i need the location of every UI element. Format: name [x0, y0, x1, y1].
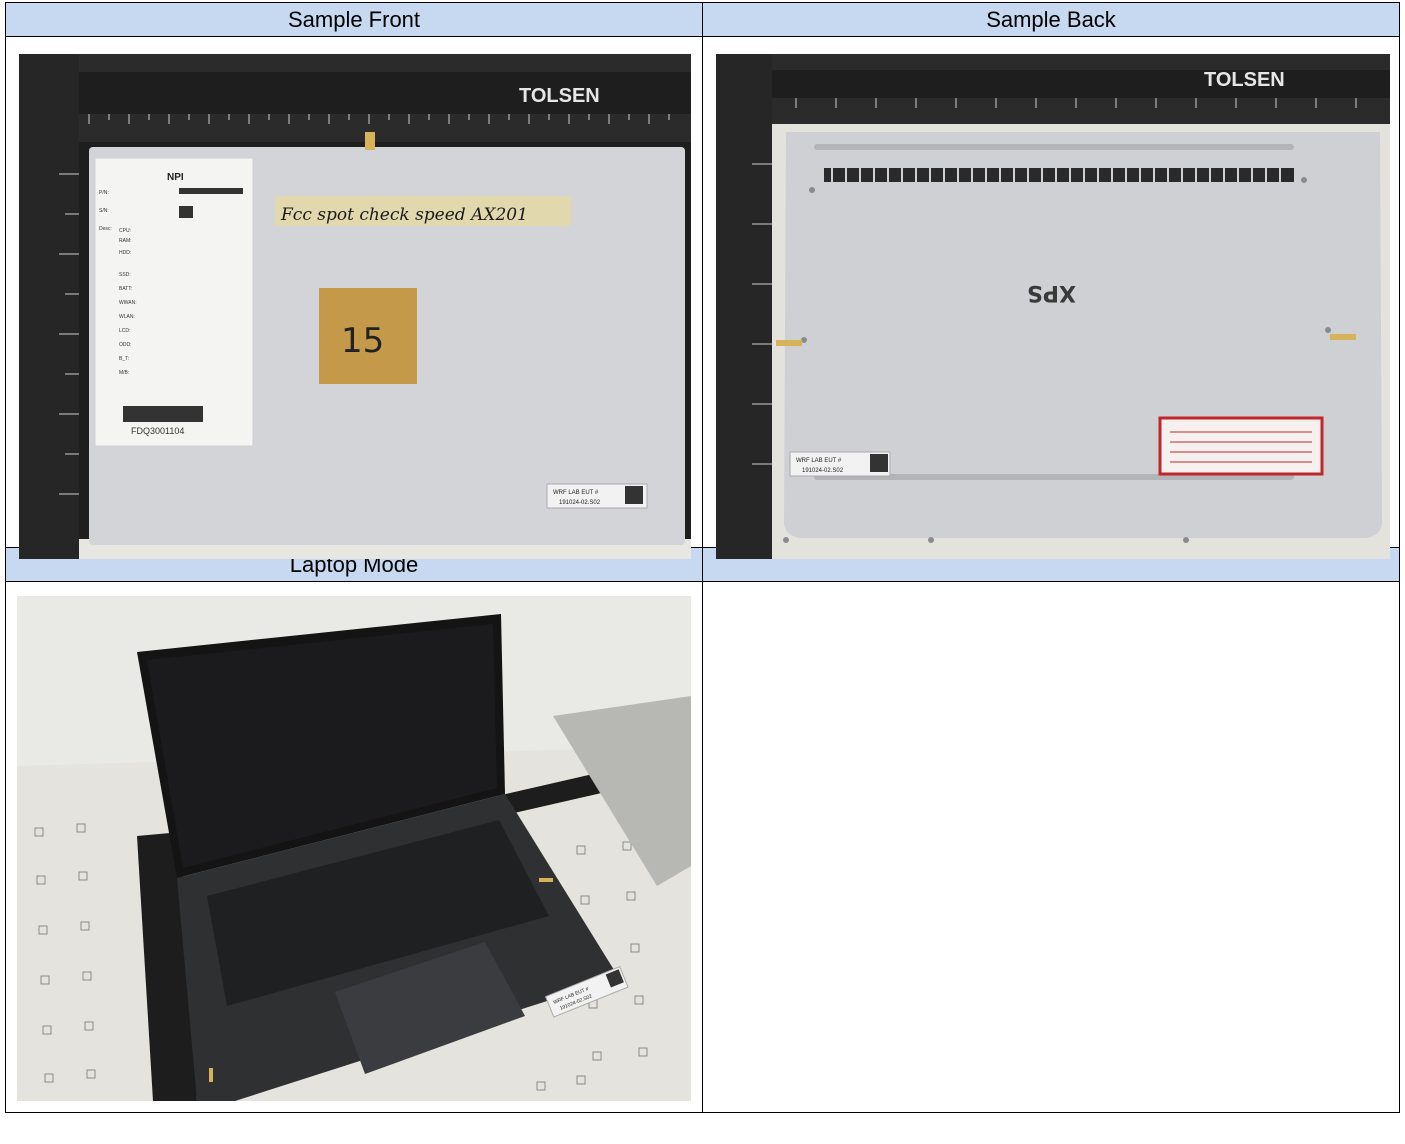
cell-sample-back: TOLSEN XPS WRF LAB EUT # 191024-02.S02: [702, 36, 1400, 559]
photo-table: Sample Front Sample Back TOLSEN NPI P/N:…: [5, 2, 1400, 1113]
cell-laptop-mode: WRF LAB EUT # 191024-02.S02: [5, 581, 703, 1113]
laptop-mode-photo: WRF LAB EUT # 191024-02.S02: [17, 596, 691, 1101]
label-field-ssd: SSD:: [119, 272, 131, 278]
label-barcode-text: FDQ3001104: [131, 426, 184, 436]
cell-empty: [702, 581, 1400, 1113]
label-field-lcd: LCD:: [119, 328, 130, 334]
ruler-brand-back: TOLSEN: [1204, 69, 1285, 91]
front-intel-sticker-line2: 191024-02.S02: [559, 500, 601, 506]
label-field-sn: S/N:: [99, 208, 109, 214]
label-field-mb: M/B:: [119, 370, 129, 376]
front-intel-sticker-line1: WRF LAB EUT #: [553, 490, 599, 496]
label-field-cpu: CPU:: [119, 228, 131, 234]
ruler-brand-front: TOLSEN: [519, 85, 600, 107]
sample-front-photo: TOLSEN NPI P/N: S/N: Desc: CPU: RAM: HDD…: [19, 54, 691, 559]
label-field-wwan: WWAN:: [119, 300, 137, 306]
header-sample-front: Sample Front: [5, 2, 703, 37]
label-field-wlan: WLAN:: [119, 314, 135, 320]
label-field-hdd: HDD:: [119, 250, 131, 256]
sample-back-photo: TOLSEN XPS WRF LAB EUT # 191024-02.S02: [716, 54, 1390, 559]
label-field-desc: Desc:: [99, 226, 112, 232]
npi-label-title: NPI: [167, 172, 184, 183]
label-field-bt: B_T:: [119, 356, 129, 362]
back-intel-sticker-line2: 191024-02.S02: [802, 468, 844, 474]
cell-sample-front: TOLSEN NPI P/N: S/N: Desc: CPU: RAM: HDD…: [5, 36, 703, 559]
label-field-odd: ODD:: [119, 342, 132, 348]
label-field-ram: RAM:: [119, 238, 132, 244]
back-intel-sticker-line1: WRF LAB EUT #: [796, 458, 842, 464]
label-field-batt: BATT:: [119, 286, 132, 292]
tape-note: Fcc spot check speed AX201: [280, 205, 528, 225]
xps-logo: XPS: [1027, 280, 1076, 305]
header-sample-back: Sample Back: [702, 2, 1400, 37]
label-field-pn: P/N:: [99, 190, 109, 196]
tag-number: 15: [341, 321, 384, 361]
